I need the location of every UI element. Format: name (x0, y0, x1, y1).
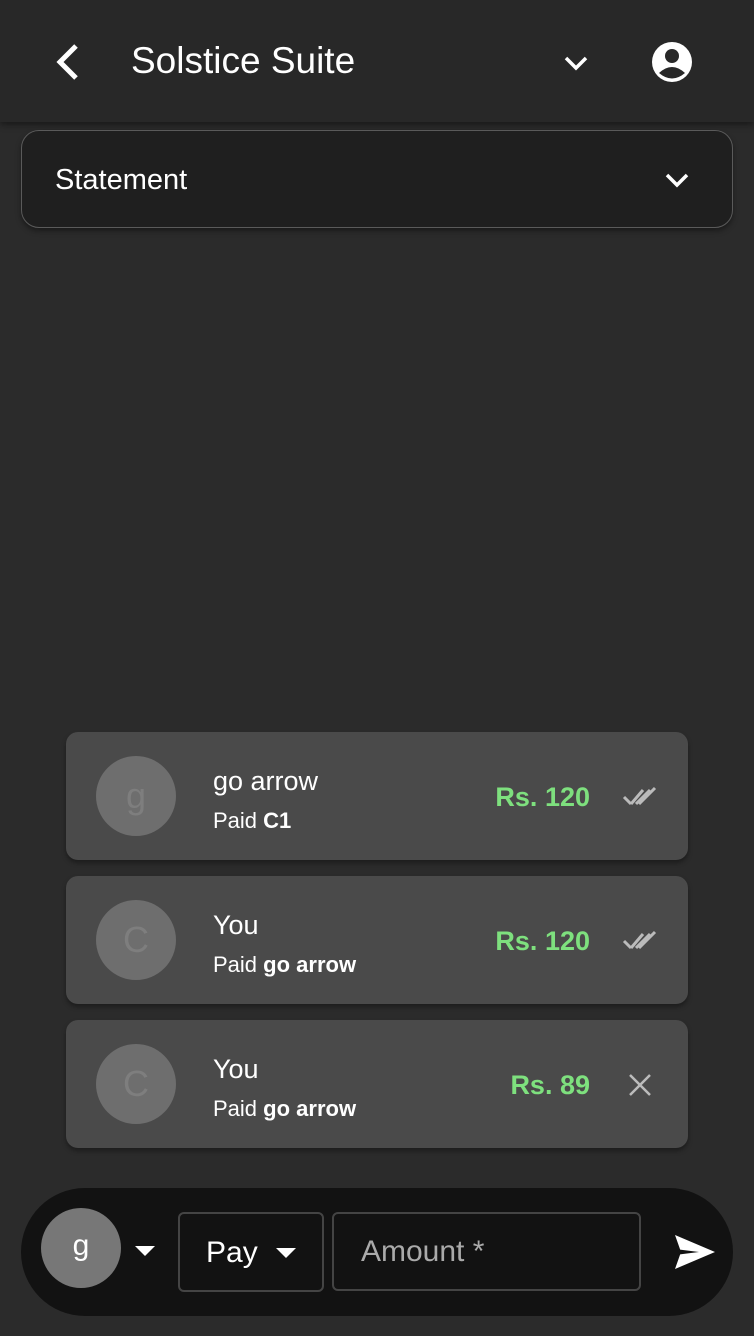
close-icon[interactable] (622, 1070, 658, 1100)
avatar: C (96, 900, 176, 980)
payment-description: Paid C1 (213, 808, 291, 834)
transaction-card[interactable]: g go arrow Paid C1 Rs. 120 (66, 732, 688, 860)
paid-label: Paid (213, 952, 258, 977)
amount-input[interactable] (332, 1212, 641, 1291)
paid-label: Paid (213, 1096, 258, 1121)
view-select-value: Statement (55, 164, 188, 196)
double-check-icon (622, 930, 657, 950)
payee-name: go arrow (263, 1096, 357, 1121)
chevron-down-icon[interactable] (560, 48, 592, 78)
payer-name: You (213, 910, 259, 940)
avatar: g (96, 756, 176, 836)
app-header: Solstice Suite (0, 0, 754, 122)
payee-name: C1 (263, 808, 292, 833)
send-icon[interactable] (673, 1232, 717, 1272)
payer-name: You (213, 1054, 259, 1084)
page-title: Solstice Suite (131, 40, 356, 81)
payment-description: Paid go arrow (213, 952, 356, 978)
amount: Rs. 120 (495, 926, 590, 956)
payee-name: go arrow (263, 952, 357, 977)
transaction-card[interactable]: C You Paid go arrow Rs. 120 (66, 876, 688, 1004)
payment-description: Paid go arrow (213, 1096, 356, 1122)
transaction-card[interactable]: C You Paid go arrow Rs. 89 (66, 1020, 688, 1148)
payer-avatar[interactable]: g (41, 1208, 121, 1288)
avatar: C (96, 1044, 176, 1124)
payer-name: go arrow (213, 766, 319, 796)
chevron-down-icon (665, 173, 689, 188)
account-icon[interactable] (650, 40, 694, 84)
payment-composer: g Pay (21, 1188, 733, 1316)
caret-down-icon (276, 1248, 296, 1258)
back-arrow-icon[interactable] (50, 42, 84, 82)
amount: Rs. 120 (495, 782, 590, 812)
type-select-value: Pay (206, 1236, 258, 1269)
paid-label: Paid (213, 808, 258, 833)
double-check-icon (622, 786, 657, 806)
view-select[interactable]: Statement (21, 130, 733, 228)
type-select[interactable]: Pay (178, 1212, 324, 1292)
amount: Rs. 89 (510, 1070, 590, 1100)
caret-down-icon[interactable] (135, 1246, 155, 1256)
